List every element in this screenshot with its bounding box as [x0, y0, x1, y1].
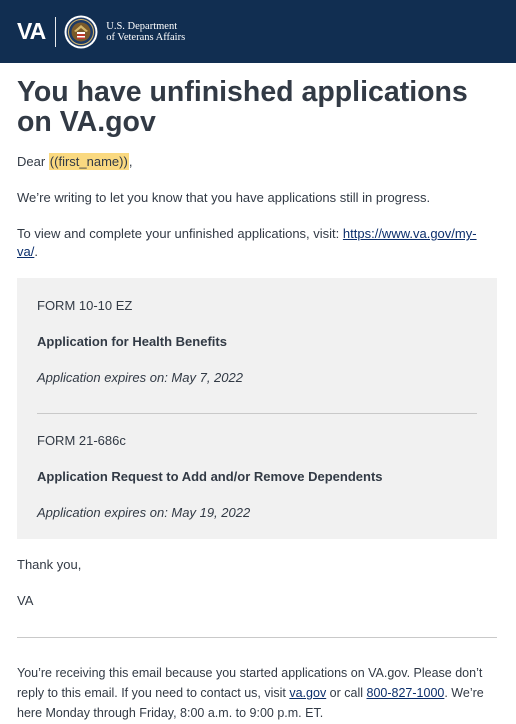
footer-divider [17, 637, 497, 638]
va-seal-icon [64, 15, 98, 48]
intro-text: We’re writing to let you know that you h… [17, 190, 431, 205]
expiration-date: Application expires on: May 19, 2022 [37, 505, 251, 520]
application-item: FORM 21-686c Application Request to Add … [37, 432, 477, 522]
first-name-placeholder: ((first_name)) [48, 153, 129, 170]
department-name: U.S. Department of Veterans Affairs [106, 20, 186, 43]
form-number: FORM 10-10 EZ [37, 298, 133, 313]
signature: VA [17, 593, 34, 608]
va-gov-link[interactable]: va.gov [289, 686, 326, 700]
form-number: FORM 21-686c [37, 433, 126, 448]
application-name: Application for Health Benefits [37, 334, 227, 349]
greeting: Dear ((first_name)), [17, 153, 133, 170]
header-divider [55, 16, 57, 47]
applications-divider [37, 413, 477, 414]
closing-thanks: Thank you, [17, 557, 82, 572]
phone-link[interactable]: 800-827-1000 [367, 686, 445, 700]
footer-text: You’re receiving this email because you … [17, 666, 484, 720]
email-body: You have unfinished applications on VA.g… [0, 77, 516, 723]
va-logo: VA [17, 18, 46, 44]
application-item: FORM 10-10 EZ Application for Health Ben… [37, 297, 477, 387]
expiration-date: Application expires on: May 7, 2022 [37, 370, 243, 385]
view-applications-text: To view and complete your unfinished app… [17, 226, 477, 259]
page-title: You have unfinished applications on VA.g… [17, 76, 468, 138]
application-name: Application Request to Add and/or Remove… [37, 469, 383, 484]
applications-box: FORM 10-10 EZ Application for Health Ben… [17, 278, 497, 539]
email-header: VA U.S. Department of Veterans Affairs [0, 0, 516, 63]
